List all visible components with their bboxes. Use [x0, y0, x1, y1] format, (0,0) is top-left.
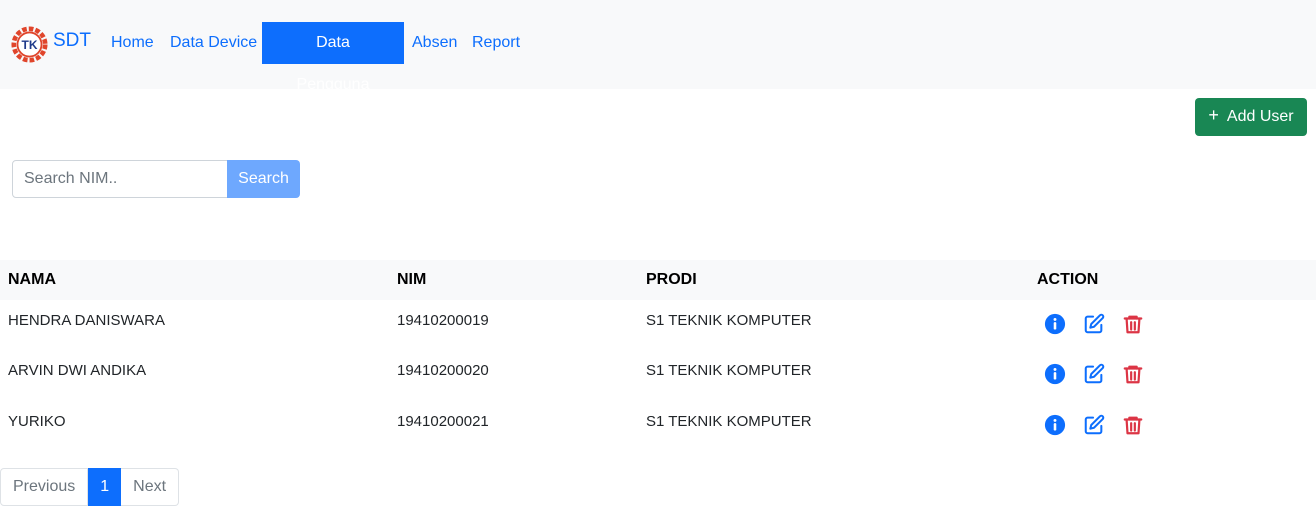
info-icon[interactable]	[1043, 312, 1067, 336]
nav-data-device[interactable]: Data Device	[162, 22, 265, 64]
row-actions	[1043, 312, 1160, 336]
nav-report[interactable]: Report	[464, 22, 528, 64]
cell-nim: 19410200021	[397, 413, 489, 430]
pagination: Previous 1 Next	[0, 468, 180, 506]
cell-nim: 19410200020	[397, 362, 489, 379]
pagination-next[interactable]: Next	[121, 468, 180, 506]
nav-absen[interactable]: Absen	[404, 22, 465, 64]
cell-nama: ARVIN DWI ANDIKA	[8, 362, 147, 379]
header-nim: NIM	[397, 271, 427, 288]
table-row: HENDRA DANISWARA 19410200019 S1 TEKNIK K…	[0, 300, 1316, 350]
cell-nama: HENDRA DANISWARA	[8, 312, 165, 329]
row-actions	[1043, 362, 1160, 386]
table-header: NAMA NIM PRODI ACTION	[0, 260, 1316, 300]
trash-icon[interactable]	[1121, 413, 1145, 437]
pagination-page-1[interactable]: 1	[88, 468, 122, 506]
plus-icon: +	[1208, 104, 1219, 125]
nav-data-pengguna[interactable]: Data Pengguna	[262, 22, 404, 93]
nav-home[interactable]: Home	[103, 22, 162, 64]
header-action: ACTION	[1037, 271, 1099, 288]
table-row: YURIKO 19410200021 S1 TEKNIK KOMPUTER	[0, 401, 1316, 451]
row-actions	[1043, 413, 1160, 437]
cell-nama: YURIKO	[8, 413, 66, 430]
top-navbar: TK SDT Home Data Device Data Pengguna Ab…	[0, 0, 1316, 93]
brand-title: SDT	[53, 30, 91, 51]
add-user-button[interactable]: + Add User	[1195, 98, 1307, 136]
cell-nim: 19410200019	[397, 312, 489, 329]
table-row: ARVIN DWI ANDIKA 19410200020 S1 TEKNIK K…	[0, 350, 1316, 400]
trash-icon[interactable]	[1121, 362, 1145, 386]
cell-prodi: S1 TEKNIK KOMPUTER	[646, 413, 812, 430]
brand[interactable]: TK SDT	[11, 24, 91, 64]
edit-icon[interactable]	[1082, 362, 1106, 386]
cell-prodi: S1 TEKNIK KOMPUTER	[646, 362, 812, 379]
info-icon[interactable]	[1043, 362, 1067, 386]
pagination-previous[interactable]: Previous	[0, 468, 89, 506]
edit-icon[interactable]	[1082, 413, 1106, 437]
svg-text:TK: TK	[21, 38, 37, 52]
add-user-label: Add User	[1226, 108, 1294, 125]
header-prodi: PRODI	[646, 271, 697, 288]
header-nama: NAMA	[8, 271, 56, 288]
trash-icon[interactable]	[1121, 312, 1145, 336]
info-icon[interactable]	[1043, 413, 1067, 437]
search-button[interactable]: Search	[227, 160, 300, 198]
logo-icon: TK	[11, 25, 48, 63]
edit-icon[interactable]	[1082, 312, 1106, 336]
search-nim-input[interactable]	[12, 160, 228, 198]
cell-prodi: S1 TEKNIK KOMPUTER	[646, 312, 812, 329]
